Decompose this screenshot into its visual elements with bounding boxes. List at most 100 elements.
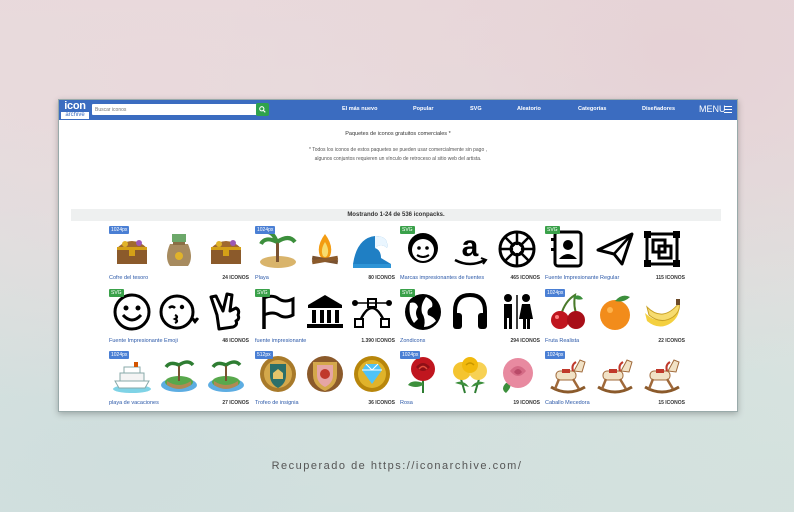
resolution-badge: SVG — [109, 289, 124, 297]
pack-title-link[interactable]: Fruta Realista — [545, 338, 579, 344]
pack-title-link[interactable]: Caballo Mecedora — [545, 400, 590, 406]
icon-pack-card[interactable]: 1024px Caballo Mecedora 15 ICONOS — [544, 350, 686, 410]
pack-preview[interactable] — [544, 350, 686, 398]
pack-icon-count: 465 ICONOS — [510, 275, 540, 281]
address-book-icon — [550, 230, 583, 268]
kiss-icon — [159, 294, 199, 330]
resolution-badge: SVG — [400, 226, 415, 234]
intro-line-1: * Todos los iconos de estos paquetes se … — [308, 147, 488, 153]
pack-title-link[interactable]: Playa — [255, 275, 269, 281]
icon-pack-card[interactable]: 1024px playa de vacaciones 27 ICONOS — [108, 350, 250, 410]
results-count: Mostrando 1-24 de 536 iconpacks. — [71, 209, 721, 221]
hamburger-icon[interactable] — [724, 106, 732, 115]
search-button[interactable] — [256, 103, 269, 116]
rocking-horse-icon — [597, 359, 633, 394]
headphones-icon — [452, 292, 487, 329]
pack-title-link[interactable]: Trofeo de insignia — [255, 400, 299, 406]
logo-bottom-text: archive — [61, 112, 89, 119]
nav-categories[interactable]: Categorías — [578, 106, 606, 112]
site-logo[interactable]: icon archive — [61, 101, 89, 119]
icon-pack-card[interactable]: 1024px Cofre del tesoro 24 ICONOS — [108, 225, 250, 285]
menu-button[interactable]: MENU — [699, 104, 726, 114]
intro-heading: Paquetes de iconos gratuitos comerciales… — [345, 131, 451, 137]
campfire-icon — [311, 234, 339, 265]
pack-preview[interactable]: a — [399, 225, 541, 273]
wave-icon — [353, 236, 392, 268]
icon-pack-card[interactable]: SVG Fuente Impresionante Emoji 48 ICONOS — [108, 288, 250, 348]
island-icon — [208, 360, 245, 392]
pack-preview[interactable] — [108, 350, 250, 398]
icon-pack-card[interactable]: SVG Fuente Impresionante Regular 115 ICONO… — [544, 225, 686, 285]
nav-svg[interactable]: SVG — [470, 106, 482, 112]
resolution-badge: 512px — [255, 351, 273, 359]
globe-icon — [404, 294, 441, 330]
pack-preview[interactable] — [254, 225, 396, 273]
resolution-badge: 1024px — [400, 351, 421, 359]
icon-pack-card[interactable]: 1024px Rosa 19 ICONOS — [399, 350, 541, 410]
treasure-chest-icon — [211, 240, 242, 264]
icon-pack-card[interactable]: SVG Zondicons 294 ICONOS — [399, 288, 541, 348]
pack-icon-count: 27 ICONOS — [222, 400, 249, 406]
cruise-ship-icon — [112, 362, 151, 393]
pack-title-link[interactable]: playa de vacaciones — [109, 400, 159, 406]
victory-hand-icon — [209, 292, 241, 331]
resolution-badge: 1024px — [109, 226, 130, 234]
source-caption: Recuperado de https://iconarchive.com/ — [271, 460, 523, 472]
nav-popular[interactable]: Popular — [413, 106, 433, 112]
bank-icon — [306, 295, 343, 328]
top-navigation-bar: icon archive El más nuevo Popular SVG Al… — [59, 100, 737, 120]
pack-icon-count: 22 ICONOS — [658, 338, 685, 344]
pack-preview[interactable] — [254, 288, 396, 336]
bananas-icon — [645, 299, 681, 327]
pack-icon-count: 36 ICONOS — [368, 400, 395, 406]
pink-rose-icon — [503, 358, 534, 393]
pack-icon-count: 48 ICONOS — [222, 338, 249, 344]
icon-pack-card[interactable]: a SVG Marcas impresionantes de fuentes 465 … — [399, 225, 541, 285]
pack-preview[interactable] — [544, 288, 686, 336]
orange-icon — [599, 295, 630, 330]
resolution-badge: 1024px — [545, 351, 566, 359]
resolution-badge: SVG — [545, 226, 560, 234]
search-input[interactable] — [92, 104, 260, 115]
pack-preview[interactable] — [108, 225, 250, 273]
pack-preview[interactable] — [108, 288, 250, 336]
icon-pack-card[interactable]: 512px Trofeo de insignia 36 ICONOS — [254, 350, 396, 410]
island-icon — [160, 360, 197, 392]
resolution-badge: 1024px — [109, 351, 130, 359]
nav-newest[interactable]: El más nuevo — [342, 106, 377, 112]
nav-random[interactable]: Aleatorio — [517, 106, 541, 112]
pack-preview[interactable] — [254, 350, 396, 398]
svg-text:a: a — [462, 230, 479, 263]
pack-preview[interactable] — [399, 350, 541, 398]
resolution-badge: 1024px — [545, 289, 566, 297]
red-rose-icon — [407, 357, 435, 393]
pack-title-link[interactable]: Cofre del tesoro — [109, 275, 148, 281]
pack-icon-count: 19 ICONOS — [513, 400, 540, 406]
gem-badge-icon — [354, 356, 391, 392]
pack-title-link[interactable]: Marcas impresionantes de fuentes — [400, 275, 484, 281]
pack-title-link[interactable]: Fuente Impresionante Regular — [545, 275, 619, 281]
pack-icon-count: 80 ICONOS — [368, 275, 395, 281]
icon-pack-card[interactable]: 1024px Playa 80 ICONOS — [254, 225, 396, 285]
pack-title-link[interactable]: Zondicons — [400, 338, 425, 344]
resolution-badge: 1024px — [255, 226, 276, 234]
pack-title-link[interactable]: Rosa — [400, 400, 413, 406]
pack-title-link[interactable]: fuente impresionante — [255, 338, 306, 344]
pack-icon-count: 1.390 ICONOS — [361, 338, 395, 344]
pack-icon-count: 15 ICONOS — [658, 400, 685, 406]
restroom-icon — [504, 294, 534, 329]
object-group-icon — [644, 231, 681, 267]
rocking-horse-icon — [644, 359, 681, 394]
icon-pack-card[interactable]: SVG fuente impresionante 1.390 ICONOS — [254, 288, 396, 348]
pack-title-link[interactable]: Fuente Impresionante Emoji — [109, 338, 178, 344]
pack-preview[interactable] — [399, 288, 541, 336]
intro-line-2: algunos conjuntos requieren un vínculo d… — [314, 156, 482, 162]
nav-designers[interactable]: Diseñadores — [642, 106, 675, 112]
icon-pack-card[interactable]: 1024px Fruta Realista 22 ICONOS — [544, 288, 686, 348]
galactic-republic-icon — [498, 230, 536, 268]
flag-icon — [261, 294, 295, 329]
amazon-icon: a — [454, 230, 488, 266]
crest-badge-icon — [306, 356, 343, 392]
pack-preview[interactable] — [544, 225, 686, 273]
shield-badge-icon — [259, 356, 296, 392]
